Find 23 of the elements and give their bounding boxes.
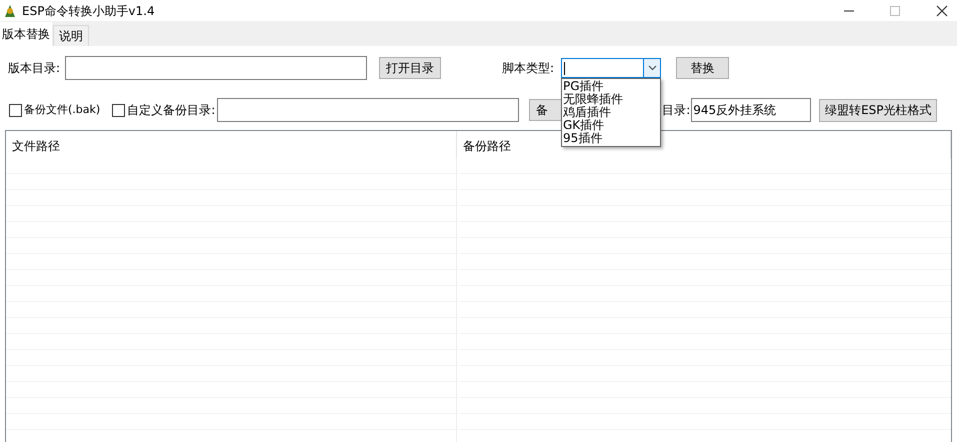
dropdown-option[interactable]: 95插件: [562, 132, 660, 145]
input-field[interactable]: [217, 98, 520, 122]
open-folder-button[interactable]: 打开目录: [379, 57, 441, 79]
input-field[interactable]: [65, 56, 367, 80]
column-header[interactable]: 文件路径: [6, 131, 457, 158]
chevron-down-icon: [648, 65, 656, 71]
input-field[interactable]: 945反外挂系统: [691, 98, 812, 122]
tab[interactable]: 说明: [53, 25, 89, 46]
checkbox[interactable]: [112, 104, 126, 116]
window-title: ESP命令转换小助手v1.4: [22, 2, 155, 20]
convert-format-button[interactable]: 绿盟转ESP光柱格式: [819, 98, 938, 122]
field-label: 版本目录:: [8, 60, 62, 77]
checkbox-label: 自定义备份目录:: [127, 102, 216, 119]
close-icon[interactable]: [936, 4, 948, 16]
tab[interactable]: 版本替换: [0, 22, 52, 46]
dropdown-option[interactable]: GK插件: [562, 119, 660, 132]
field-label: 目录:: [662, 102, 690, 119]
checkbox[interactable]: [9, 104, 22, 116]
app-icon: [2, 2, 18, 18]
field-label: 脚本类型:: [502, 60, 556, 77]
checkbox-label: 备份文件(.bak): [24, 102, 100, 118]
replace-button[interactable]: 替换: [676, 57, 729, 79]
dropdown-option[interactable]: PG插件: [562, 80, 660, 93]
